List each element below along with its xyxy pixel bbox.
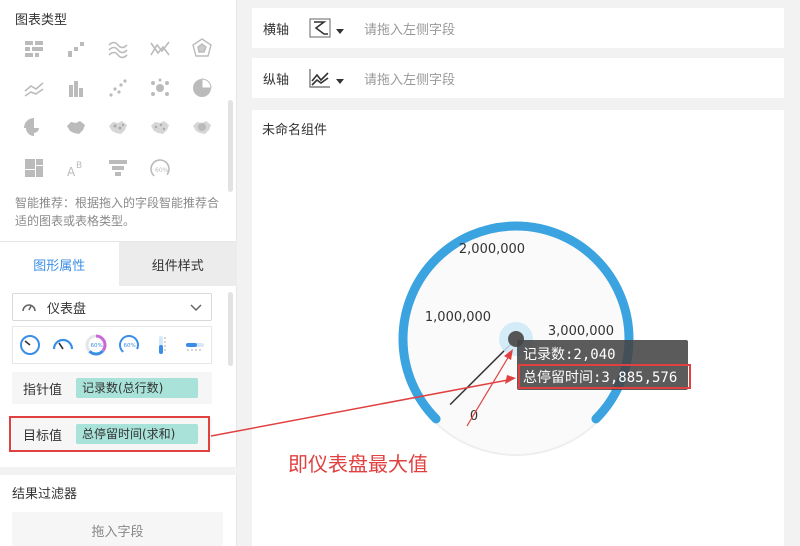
grouped-bar-chart-icon[interactable] xyxy=(62,36,90,60)
divider xyxy=(0,467,237,475)
bubble-chart-icon[interactable] xyxy=(146,76,174,100)
properties-scrollbar[interactable] xyxy=(228,292,233,366)
scatter-chart-icon[interactable] xyxy=(104,76,132,100)
gauge-style-5-icon[interactable] xyxy=(150,333,174,357)
y-axis-drop-placeholder[interactable]: 请拖入左侧字段 xyxy=(364,69,455,88)
svg-text:60%: 60% xyxy=(123,343,135,349)
chart-type-scrollbar[interactable] xyxy=(228,100,233,192)
gauge-type-select[interactable]: 仪表盘 xyxy=(12,293,212,321)
component-title[interactable]: 未命名组件 xyxy=(262,119,327,138)
filter-drop-placeholder: 拖入字段 xyxy=(91,524,144,540)
radar-chart-icon[interactable] xyxy=(188,36,216,60)
gauge-style-1-icon[interactable] xyxy=(18,333,42,357)
x-axis-drop-placeholder[interactable]: 请拖入左侧字段 xyxy=(364,19,455,38)
treemap-chart-icon[interactable] xyxy=(20,156,48,180)
gauge-style-options: 60% 60% xyxy=(12,326,212,364)
pie-chart-icon[interactable] xyxy=(188,76,216,100)
point-map-icon[interactable] xyxy=(146,116,174,140)
gauge-style-3-icon[interactable]: 60% xyxy=(84,333,108,357)
gauge-type-value: 仪表盘 xyxy=(47,301,87,317)
gauge-style-2-icon[interactable] xyxy=(51,333,75,357)
tooltip-highlight-box xyxy=(518,364,691,389)
gauge-style-4-icon[interactable]: 60% xyxy=(117,333,141,357)
svg-text:60%: 60% xyxy=(155,167,169,174)
caret-down-icon[interactable] xyxy=(336,79,344,85)
wave-chart-icon[interactable] xyxy=(104,36,132,60)
target-highlight-box xyxy=(9,416,210,452)
bar-chart-icon[interactable] xyxy=(62,76,90,100)
pointer-value-label: 指针值 xyxy=(23,382,63,398)
y-axis-type-icon[interactable] xyxy=(308,67,332,89)
x-axis-label: 横轴 xyxy=(263,22,290,38)
tab-component-style[interactable]: 组件样式 xyxy=(118,242,237,286)
gauge-chart-icon[interactable]: 60% xyxy=(146,156,174,180)
filter-drop-zone[interactable]: 拖入字段 xyxy=(12,512,223,546)
svg-text:B: B xyxy=(76,161,82,171)
left-panel: 图表类型 A B 60% 智能推荐：根据拖入的字段智能推荐合适的图表或表格类型。… xyxy=(0,0,237,546)
rose-chart-icon[interactable] xyxy=(20,116,48,140)
tooltip-record-count: 记录数:2,040 xyxy=(523,347,616,363)
table-chart-icon[interactable] xyxy=(20,36,48,60)
component-canvas: 未命名组件 xyxy=(252,110,784,546)
line-chart-icon[interactable] xyxy=(20,76,48,100)
annotation-text: 即仪表盘最大值 xyxy=(288,452,428,476)
caret-down-icon[interactable] xyxy=(336,29,344,35)
y-axis-label: 纵轴 xyxy=(263,72,290,88)
dot-map-icon[interactable] xyxy=(104,116,132,140)
radar-line-chart-icon[interactable] xyxy=(146,36,174,60)
x-axis-bar: 横轴 请拖入左侧字段 xyxy=(252,8,784,48)
tab-graph-properties[interactable]: 图形属性 xyxy=(0,242,119,286)
result-filter-title: 结果过滤器 xyxy=(12,487,78,502)
property-tabs: 图形属性 组件样式 xyxy=(0,242,237,286)
gauge-icon xyxy=(22,304,36,312)
funnel-chart-icon[interactable] xyxy=(104,156,132,180)
smart-recommend-text: 智能推荐：根据拖入的字段智能推荐合适的图表或表格类型。 xyxy=(15,196,220,228)
pointer-value-row: 指针值 记录数(总行数) xyxy=(12,372,212,404)
heat-map-icon[interactable] xyxy=(188,116,216,140)
pointer-value-field[interactable]: 记录数(总行数) xyxy=(76,378,198,398)
svg-text:A: A xyxy=(67,165,76,179)
chart-type-title: 图表类型 xyxy=(15,13,68,28)
y-axis-bar: 纵轴 请拖入左侧字段 xyxy=(252,58,784,98)
word-cloud-icon[interactable]: AB xyxy=(62,156,90,180)
chevron-down-icon xyxy=(190,304,202,312)
x-axis-type-icon[interactable] xyxy=(308,17,332,39)
map-chart-icon[interactable] xyxy=(62,116,90,140)
gauge-style-6-icon[interactable] xyxy=(183,333,207,357)
svg-text:60%: 60% xyxy=(90,343,102,349)
